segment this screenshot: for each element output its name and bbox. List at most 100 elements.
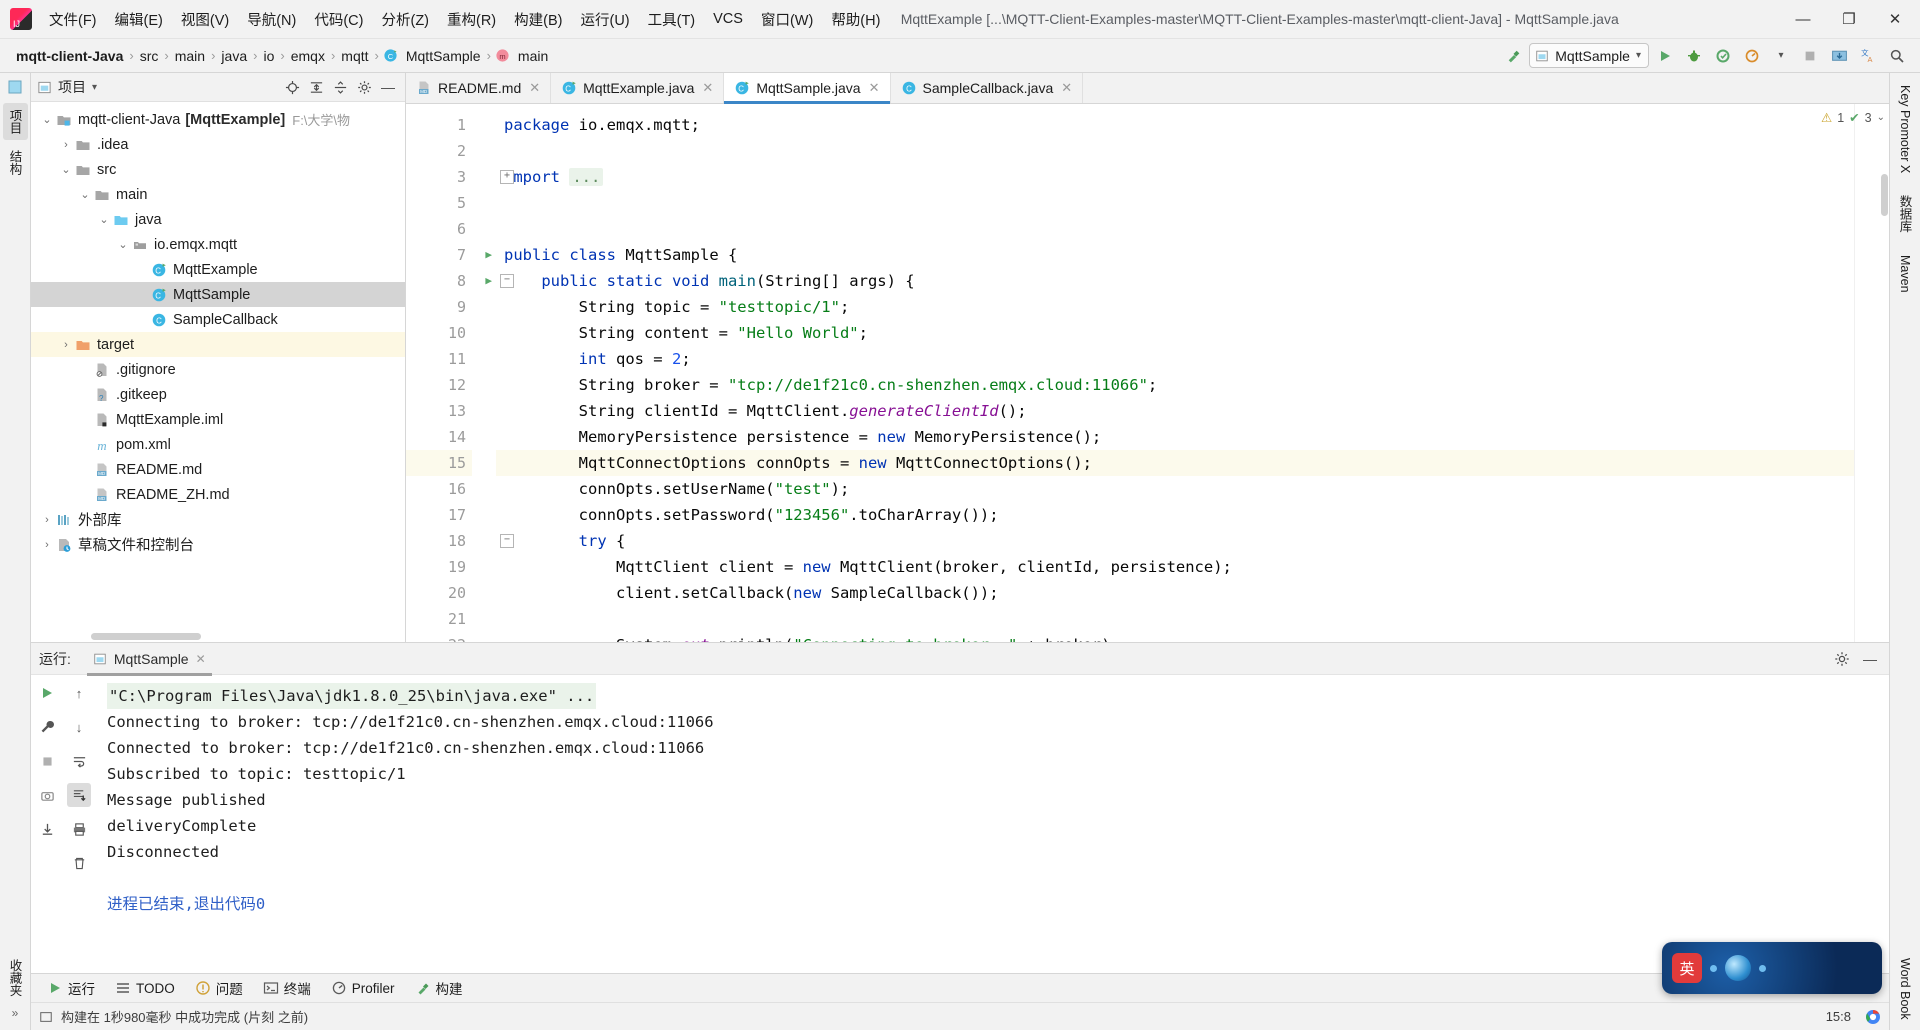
code-line[interactable]: String broker = "tcp://de1f21c0.cn-shenz…	[496, 372, 1854, 398]
camera-icon[interactable]	[35, 783, 59, 807]
code-line[interactable]: MqttClient client = new MqttClient(broke…	[496, 554, 1854, 580]
chevron-right-icon[interactable]: ›	[58, 139, 74, 151]
hide-panel-icon[interactable]: —	[1859, 648, 1881, 670]
sidebar-item-structure[interactable]: 结构	[3, 144, 28, 181]
code-line[interactable]	[496, 216, 1854, 242]
breadcrumb-item-project[interactable]: mqtt-client-Java	[12, 46, 127, 66]
gear-icon[interactable]	[1831, 648, 1853, 670]
line-number[interactable]: 21	[406, 606, 472, 632]
menu-refactor[interactable]: 重构(R)	[438, 5, 505, 34]
ime-floating-bar[interactable]: 英	[1662, 942, 1882, 994]
scroll-down-icon[interactable]: ↓	[67, 715, 91, 739]
code-line[interactable]: public static void main(String[] args) {	[496, 268, 1854, 294]
editor-tab[interactable]: C SampleCallback.java ✕	[890, 73, 1084, 103]
menu-analyze[interactable]: 分析(Z)	[372, 5, 438, 34]
tree-row[interactable]: ⌄ src	[31, 157, 405, 182]
line-number[interactable]: 10	[406, 320, 472, 346]
code-viewport[interactable]: 123+567▶8▶−9101112131415161718−192021222…	[406, 104, 1889, 642]
breadcrumb-item-main[interactable]: main	[171, 46, 209, 66]
run-configuration-selector[interactable]: MqttSample ▾	[1529, 43, 1649, 68]
code-line[interactable]: client.setCallback(new SampleCallback())…	[496, 580, 1854, 606]
tree-row[interactable]: ⌄ mqtt-client-Java [MqttExample] F:\大学\物	[31, 107, 405, 132]
sidebar-item-word-book[interactable]: Word Book	[1895, 952, 1915, 1026]
breadcrumb-item-io[interactable]: io	[259, 46, 278, 66]
inspection-gutter[interactable]: ⚠ 1 ✔ 3 ⌄	[1821, 104, 1889, 642]
event-log-icon[interactable]	[39, 1010, 53, 1024]
sidebar-item-maven[interactable]: Maven	[1895, 249, 1915, 299]
menu-edit[interactable]: 编辑(E)	[106, 5, 172, 34]
tool-strip-build[interactable]: 构建	[407, 975, 471, 1001]
chevron-right-icon[interactable]: ›	[39, 539, 55, 551]
tree-row[interactable]: MD README_ZH.md	[31, 482, 405, 507]
chevron-down-icon[interactable]: ▾	[92, 82, 97, 93]
run-gutter-icon[interactable]: ▶	[485, 268, 492, 294]
line-number[interactable]: 18−	[406, 528, 514, 554]
line-number[interactable]: 6	[406, 216, 472, 242]
chevron-down-icon[interactable]: ⌄	[77, 188, 93, 201]
console-line[interactable]: 进程已结束,退出代码0	[107, 891, 1879, 917]
stop-icon[interactable]	[35, 749, 59, 773]
scroll-to-end-icon[interactable]	[67, 783, 91, 807]
fold-toggle-icon[interactable]: −	[500, 274, 514, 288]
menu-code[interactable]: 代码(C)	[305, 5, 372, 34]
tree-row[interactable]: ⌄ io.emqx.mqtt	[31, 232, 405, 257]
line-number[interactable]: 13	[406, 398, 472, 424]
locate-file-icon[interactable]	[281, 76, 303, 98]
tree-row[interactable]: C SampleCallback	[31, 307, 405, 332]
line-number[interactable]: 16	[406, 476, 472, 502]
menu-help[interactable]: 帮助(H)	[822, 5, 889, 34]
tree-row[interactable]: ⌄ main	[31, 182, 405, 207]
code-line[interactable]: connOpts.setPassword("123456".toCharArra…	[496, 502, 1854, 528]
menu-navigate[interactable]: 导航(N)	[238, 5, 305, 34]
tree-row[interactable]: › target	[31, 332, 405, 357]
menu-run[interactable]: 运行(U)	[571, 5, 638, 34]
scroll-up-icon[interactable]: ↑	[67, 681, 91, 705]
run-gutter-icon[interactable]: ▶	[485, 242, 492, 268]
sidebar-item-database[interactable]: 数据库	[1893, 189, 1918, 239]
chevron-down-icon[interactable]: ⌄	[58, 163, 74, 176]
tree-row[interactable]: › 外部库	[31, 507, 405, 532]
tool-strip-todo[interactable]: TODO	[107, 977, 183, 999]
run-button[interactable]	[1652, 44, 1678, 68]
stop-button[interactable]	[1797, 44, 1823, 68]
menu-build[interactable]: 构建(B)	[505, 5, 571, 34]
code-line[interactable]: String topic = "testtopic/1";	[496, 294, 1854, 320]
line-number[interactable]: 8 ▶ −	[406, 268, 514, 294]
close-icon[interactable]: ✕	[196, 652, 206, 666]
close-icon[interactable]: ✕	[702, 80, 713, 96]
editor-tab[interactable]: C MqttExample.java ✕	[551, 73, 725, 103]
chevron-right-icon[interactable]: ›	[58, 339, 74, 351]
line-number[interactable]: 5	[406, 190, 472, 216]
run-with-coverage-button[interactable]	[1710, 44, 1736, 68]
chevron-down-icon[interactable]: ⌄	[1877, 112, 1885, 123]
tree-row[interactable]: MqttExample.iml	[31, 407, 405, 432]
tree-row[interactable]: C MqttSample	[31, 282, 405, 307]
fold-toggle-icon[interactable]: −	[500, 534, 514, 548]
breadcrumb-item-class[interactable]: MqttSample	[402, 46, 485, 66]
code-line[interactable]: package io.emqx.mqtt;	[496, 112, 1854, 138]
chevron-down-icon[interactable]: ▾	[1636, 50, 1641, 61]
menu-vcs[interactable]: VCS	[704, 7, 752, 31]
tree-row[interactable]: m pom.xml	[31, 432, 405, 457]
line-number[interactable]: 17	[406, 502, 472, 528]
run-tab-mqttsample[interactable]: MqttSample ✕	[85, 647, 214, 676]
close-button[interactable]: ✕	[1872, 1, 1918, 37]
build-hammer-icon[interactable]	[1500, 44, 1526, 68]
code-line[interactable]: MemoryPersistence persistence = new Memo…	[496, 424, 1854, 450]
debug-button[interactable]	[1681, 44, 1707, 68]
breadcrumb-item-emqx[interactable]: emqx	[287, 46, 329, 66]
build-wrench-icon[interactable]	[35, 715, 59, 739]
line-number[interactable]: 22	[406, 632, 472, 642]
tree-row[interactable]: › 草稿文件和控制台	[31, 532, 405, 557]
chevron-down-icon[interactable]: ▾	[1768, 44, 1794, 68]
line-number[interactable]: 9	[406, 294, 472, 320]
expand-all-icon[interactable]	[305, 76, 327, 98]
tool-strip-run[interactable]: 运行	[39, 975, 103, 1001]
editor-scrollbar[interactable]	[1881, 174, 1888, 216]
clear-all-icon[interactable]	[67, 851, 91, 875]
maximize-button[interactable]: ❐	[1826, 1, 1872, 37]
line-number[interactable]: 20	[406, 580, 472, 606]
fold-toggle-icon[interactable]: +	[500, 170, 514, 184]
sidebar-item-favorites[interactable]: 收藏夹	[3, 953, 28, 1003]
line-number[interactable]: 12	[406, 372, 472, 398]
